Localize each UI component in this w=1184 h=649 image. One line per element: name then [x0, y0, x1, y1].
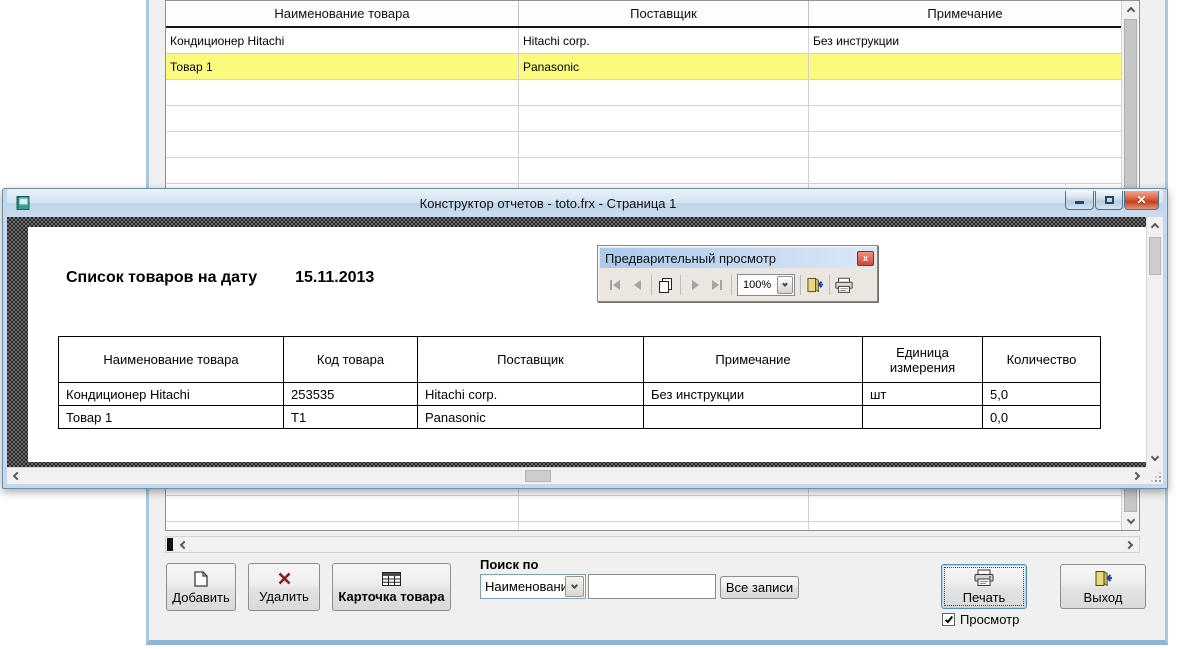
exit-door-icon	[806, 277, 824, 293]
report-table-row: Товар 1 Т1 Panasonic 0,0	[59, 406, 1101, 429]
grid-empty-row[interactable]	[166, 522, 1121, 531]
delete-button-label: Удалить	[259, 590, 309, 603]
print-button[interactable]: Печать	[941, 564, 1027, 609]
maximize-icon	[1105, 196, 1114, 204]
checkmark-icon	[944, 614, 952, 623]
search-field-value: Наименованию	[481, 579, 565, 594]
grid-empty-row[interactable]	[166, 158, 1121, 184]
report-heading-date: 15.11.2013	[295, 269, 374, 287]
preview-checkbox-row: Просмотр	[942, 612, 1019, 627]
resize-grip-icon	[1159, 480, 1161, 482]
table-grid-icon	[382, 572, 401, 586]
close-preview-button[interactable]	[804, 274, 826, 296]
prev-page-button[interactable]	[626, 274, 648, 296]
exit-button[interactable]: Выход	[1060, 564, 1146, 609]
prev-page-icon	[634, 280, 641, 290]
exit-button-label: Выход	[1084, 591, 1123, 604]
pages-icon	[658, 277, 674, 293]
grid-header-supplier[interactable]: Поставщик	[519, 1, 809, 26]
next-page-button[interactable]	[684, 274, 706, 296]
report-heading: Список товаров на дату 15.11.2013	[66, 269, 374, 287]
minimize-button[interactable]	[1065, 191, 1094, 210]
report-window-title: Конструктор отчетов - toto.frx - Страниц…	[31, 196, 1065, 211]
resize-grip[interactable]	[1146, 467, 1163, 484]
delete-x-icon	[277, 571, 292, 586]
first-page-icon	[613, 280, 620, 290]
maximize-button[interactable]	[1095, 191, 1123, 210]
grid-empty-row[interactable]	[166, 80, 1121, 106]
first-page-button[interactable]	[604, 274, 626, 296]
preview-toolbar: Предварительный просмотр x 100%	[597, 245, 878, 302]
search-input[interactable]	[588, 574, 716, 599]
close-x-icon: x	[863, 253, 868, 263]
printer-icon	[973, 569, 995, 587]
report-heading-text: Список товаров на дату	[66, 269, 257, 287]
printer-icon	[834, 277, 854, 294]
toolbar-print-button[interactable]	[833, 274, 855, 296]
report-preview-area: Список товаров на дату 15.11.2013 Наимен…	[7, 217, 1163, 484]
grid-position-marker	[167, 538, 173, 551]
delete-button[interactable]: Удалить	[248, 563, 320, 611]
last-page-icon	[712, 280, 719, 290]
report-table-header-row: Наименование товара Код товара Поставщик…	[59, 337, 1101, 383]
report-vscroll-thumb[interactable]	[1149, 237, 1161, 275]
scroll-down-icon[interactable]	[1147, 450, 1163, 467]
report-page: Список товаров на дату 15.11.2013 Наимен…	[28, 227, 1147, 462]
last-page-button[interactable]	[706, 274, 728, 296]
search-group-label: Поиск по	[480, 557, 538, 572]
report-hscroll-thumb[interactable]	[525, 470, 551, 482]
grid-row[interactable]: Кондиционер Hitachi Hitachi corp. Без ин…	[166, 28, 1121, 54]
scroll-left-icon[interactable]	[7, 468, 25, 484]
zoom-combobox[interactable]: 100%	[737, 274, 795, 296]
scroll-right-icon[interactable]	[1121, 537, 1139, 552]
search-field-combobox[interactable]: Наименованию	[480, 574, 586, 599]
grid-empty-row[interactable]	[166, 106, 1121, 132]
scroll-right-icon[interactable]	[1128, 468, 1146, 484]
report-window-titlebar[interactable]: Конструктор отчетов - toto.frx - Страниц…	[7, 189, 1163, 217]
add-button-label: Добавить	[172, 591, 229, 604]
preview-toolbar-buttons: 100%	[598, 270, 877, 300]
zoom-value: 100%	[738, 279, 777, 291]
grid-row-selected[interactable]: Товар 1 Panasonic	[166, 54, 1121, 80]
next-page-icon	[692, 280, 699, 290]
pages-button[interactable]	[655, 274, 677, 296]
scroll-left-icon[interactable]	[174, 537, 192, 552]
product-card-button[interactable]: Карточка товара	[332, 563, 451, 611]
preview-toolbar-title: Предварительный просмотр	[605, 251, 776, 266]
grid-header-row: Наименование товара Поставщик Примечание	[166, 1, 1121, 28]
preview-checkbox-label: Просмотр	[960, 612, 1019, 627]
scroll-up-icon[interactable]	[1147, 217, 1163, 234]
preview-close-button[interactable]: x	[857, 251, 874, 266]
grid-header-name[interactable]: Наименование товара	[166, 1, 519, 26]
exit-door-icon	[1094, 570, 1113, 587]
close-icon: ✕	[1136, 194, 1146, 206]
grid-empty-row[interactable]	[166, 132, 1121, 158]
product-card-button-label: Карточка товара	[338, 590, 444, 603]
report-designer-window: Конструктор отчетов - toto.frx - Страниц…	[2, 188, 1168, 489]
scroll-up-icon[interactable]	[1122, 1, 1139, 18]
report-horizontal-scrollbar[interactable]	[7, 467, 1146, 484]
grid-header-note[interactable]: Примечание	[809, 1, 1121, 26]
add-button[interactable]: Добавить	[166, 563, 236, 611]
preview-toolbar-titlebar[interactable]: Предварительный просмотр x	[600, 248, 875, 268]
grid-empty-row[interactable]	[166, 496, 1121, 522]
new-document-icon	[194, 571, 208, 587]
minimize-icon	[1075, 201, 1084, 204]
print-button-label: Печать	[963, 591, 1006, 604]
close-button[interactable]: ✕	[1124, 191, 1159, 210]
screen: Наименование товара Поставщик Примечание…	[0, 0, 1184, 649]
report-table-row: Кондиционер Hitachi 253535 Hitachi corp.…	[59, 383, 1101, 406]
all-records-button[interactable]: Все записи	[720, 576, 799, 599]
report-vertical-scrollbar[interactable]	[1146, 217, 1163, 467]
zoom-dropdown-icon[interactable]	[777, 276, 793, 294]
report-table: Наименование товара Код товара Поставщик…	[58, 336, 1101, 429]
all-records-button-label: Все записи	[726, 581, 793, 594]
scroll-down-icon[interactable]	[1122, 513, 1139, 530]
preview-checkbox[interactable]	[942, 613, 955, 626]
combobox-dropdown-icon[interactable]	[565, 576, 584, 597]
report-app-icon	[15, 195, 31, 211]
grid-horizontal-scrollbar[interactable]	[165, 536, 1140, 553]
